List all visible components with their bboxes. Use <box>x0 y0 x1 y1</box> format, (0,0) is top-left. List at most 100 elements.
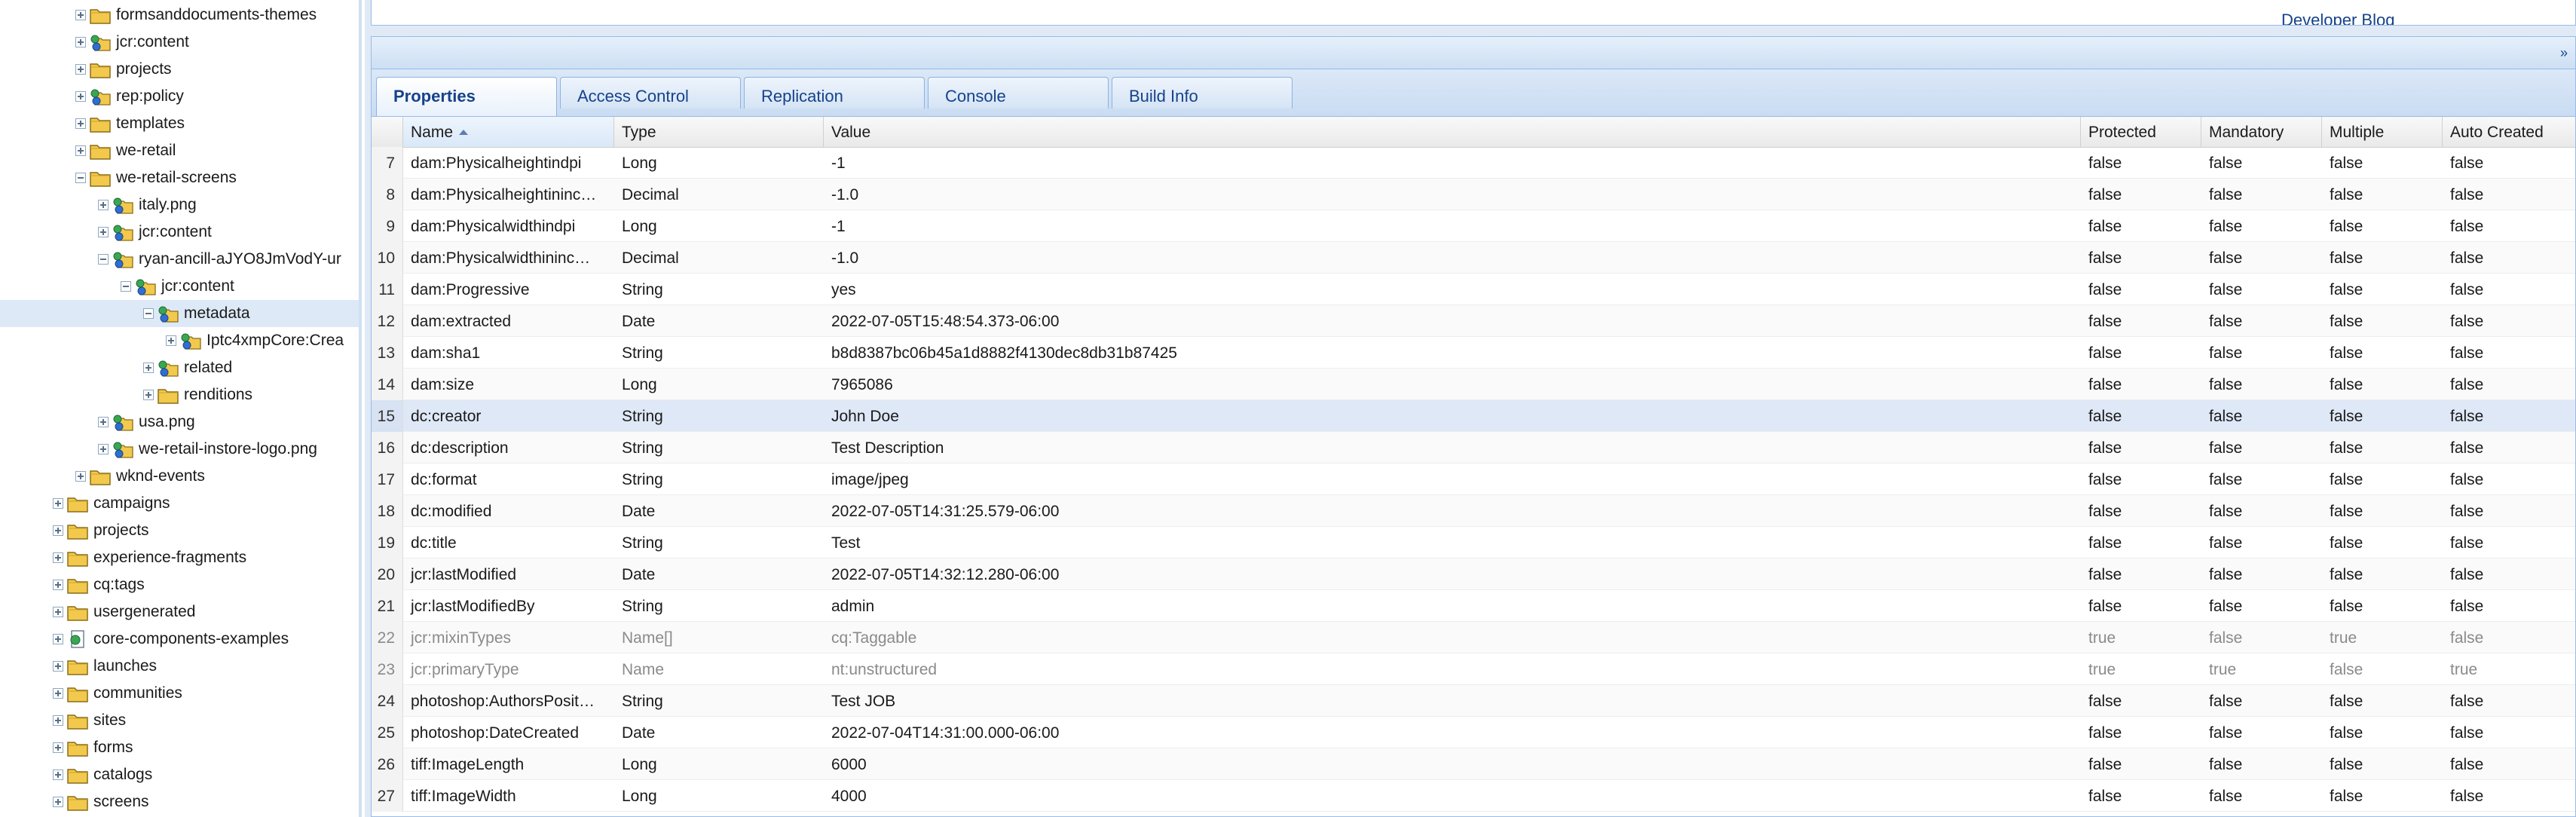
multiple-value[interactable]: false <box>2322 495 2443 527</box>
table-row[interactable]: 19 dc:title String Test false false false false <box>372 527 2575 558</box>
mandatory-value[interactable]: false <box>2201 717 2322 748</box>
name-column-header[interactable]: Name <box>403 117 614 147</box>
tree-item[interactable]: core-components-examples <box>0 626 359 653</box>
protected-value[interactable]: false <box>2081 337 2201 369</box>
table-row[interactable]: 26 tiff:ImageLength Long 6000 false false fals… <box>372 748 2575 780</box>
protected-value[interactable]: false <box>2081 432 2201 464</box>
expand-icon[interactable] <box>166 335 176 346</box>
protected-value[interactable]: false <box>2081 369 2201 400</box>
property-value[interactable]: -1.0 <box>824 242 2081 274</box>
tab-replication[interactable]: Replication <box>744 77 925 109</box>
expand-icon[interactable] <box>98 200 109 210</box>
table-row[interactable]: 16 dc:description String Test Description fa… <box>372 432 2575 464</box>
auto-created-value[interactable]: false <box>2443 717 2575 748</box>
tree-splitter[interactable] <box>359 0 362 817</box>
protected-value[interactable]: false <box>2081 590 2201 622</box>
multiple-value[interactable]: false <box>2322 210 2443 242</box>
auto-created-value[interactable]: false <box>2443 369 2575 400</box>
expand-icon[interactable] <box>75 118 86 129</box>
property-type[interactable]: String <box>614 400 824 432</box>
expand-icon[interactable] <box>75 471 86 482</box>
table-row[interactable]: 12 dam:extracted Date 2022-07-05T15:48:54.3… <box>372 305 2575 337</box>
protected-value[interactable]: false <box>2081 558 2201 590</box>
tree-item[interactable]: we-retail-screens <box>0 164 359 191</box>
protected-value[interactable]: false <box>2081 179 2201 210</box>
mandatory-value[interactable]: false <box>2201 495 2322 527</box>
multiple-value[interactable]: false <box>2322 685 2443 717</box>
expand-icon[interactable] <box>53 797 63 807</box>
auto-created-value[interactable]: false <box>2443 400 2575 432</box>
property-name[interactable]: dam:Physicalheightininc… <box>403 179 614 210</box>
auto-created-value[interactable]: false <box>2443 179 2575 210</box>
double-chevron-down-icon[interactable]: » <box>2556 44 2572 61</box>
property-type[interactable]: String <box>614 274 824 305</box>
mandatory-value[interactable]: false <box>2201 147 2322 179</box>
expand-icon[interactable] <box>98 444 109 454</box>
property-type[interactable]: Date <box>614 558 824 590</box>
property-type[interactable]: String <box>614 590 824 622</box>
mandatory-column-header[interactable]: Mandatory <box>2201 117 2322 147</box>
table-row[interactable]: 11 dam:Progressive String yes false false fals… <box>372 274 2575 305</box>
auto-created-value[interactable]: false <box>2443 274 2575 305</box>
property-name[interactable]: photoshop:DateCreated <box>403 717 614 748</box>
auto-created-value[interactable]: false <box>2443 305 2575 337</box>
auto-created-value[interactable]: false <box>2443 242 2575 274</box>
property-type[interactable]: Long <box>614 780 824 812</box>
multiple-value[interactable]: false <box>2322 717 2443 748</box>
tree-item[interactable]: projects <box>0 517 359 544</box>
property-value[interactable]: 4000 <box>824 780 2081 812</box>
tree-item[interactable]: screens <box>0 788 359 815</box>
multiple-value[interactable]: false <box>2322 527 2443 558</box>
property-name[interactable]: dam:size <box>403 369 614 400</box>
property-value[interactable]: yes <box>824 274 2081 305</box>
multiple-value[interactable]: false <box>2322 369 2443 400</box>
property-value[interactable]: Test JOB <box>824 685 2081 717</box>
property-value[interactable]: -1 <box>824 147 2081 179</box>
property-name[interactable]: dam:Physicalheightindpi <box>403 147 614 179</box>
table-row[interactable]: 15 dc:creator String John Doe false false fals… <box>372 400 2575 432</box>
protected-value[interactable]: false <box>2081 305 2201 337</box>
multiple-value[interactable]: false <box>2322 400 2443 432</box>
tree-item[interactable]: templates <box>0 110 359 137</box>
expand-icon[interactable] <box>98 417 109 427</box>
multiple-value[interactable]: false <box>2322 780 2443 812</box>
multiple-value[interactable]: false <box>2322 558 2443 590</box>
mandatory-value[interactable]: false <box>2201 369 2322 400</box>
property-type[interactable]: Name[] <box>614 622 824 653</box>
auto-created-value[interactable]: false <box>2443 748 2575 780</box>
property-value[interactable]: -1 <box>824 210 2081 242</box>
property-name[interactable]: dc:modified <box>403 495 614 527</box>
mandatory-value[interactable]: false <box>2201 780 2322 812</box>
expand-icon[interactable] <box>53 580 63 590</box>
table-row[interactable]: 7 dam:Physicalheightindpi Long -1 false false… <box>372 147 2575 179</box>
property-value[interactable]: Test Description <box>824 432 2081 464</box>
table-row[interactable]: 21 jcr:lastModifiedBy String admin false fals… <box>372 590 2575 622</box>
mandatory-value[interactable]: false <box>2201 179 2322 210</box>
collapse-icon[interactable] <box>143 308 154 319</box>
protected-value[interactable]: false <box>2081 274 2201 305</box>
multiple-value[interactable]: false <box>2322 305 2443 337</box>
protected-value[interactable]: true <box>2081 622 2201 653</box>
tree-item[interactable]: we-retail-instore-logo.png <box>0 436 359 463</box>
collapse-icon[interactable] <box>75 173 86 183</box>
mandatory-value[interactable]: false <box>2201 400 2322 432</box>
property-name[interactable]: dc:title <box>403 527 614 558</box>
protected-value[interactable]: false <box>2081 495 2201 527</box>
property-name[interactable]: dam:extracted <box>403 305 614 337</box>
auto-created-value[interactable]: false <box>2443 495 2575 527</box>
mandatory-value[interactable]: false <box>2201 590 2322 622</box>
protected-column-header[interactable]: Protected <box>2081 117 2201 147</box>
mandatory-value[interactable]: false <box>2201 464 2322 495</box>
property-type[interactable]: String <box>614 337 824 369</box>
multiple-value[interactable]: false <box>2322 179 2443 210</box>
mandatory-value[interactable]: false <box>2201 274 2322 305</box>
protected-value[interactable]: false <box>2081 527 2201 558</box>
mandatory-value[interactable]: false <box>2201 305 2322 337</box>
auto-created-value[interactable]: false <box>2443 337 2575 369</box>
property-value[interactable]: 2022-07-04T14:31:00.000-06:00 <box>824 717 2081 748</box>
tab-access-control[interactable]: Access Control <box>560 77 741 109</box>
expand-icon[interactable] <box>75 37 86 47</box>
auto-created-value[interactable]: false <box>2443 432 2575 464</box>
protected-value[interactable]: false <box>2081 717 2201 748</box>
expand-icon[interactable] <box>53 688 63 699</box>
